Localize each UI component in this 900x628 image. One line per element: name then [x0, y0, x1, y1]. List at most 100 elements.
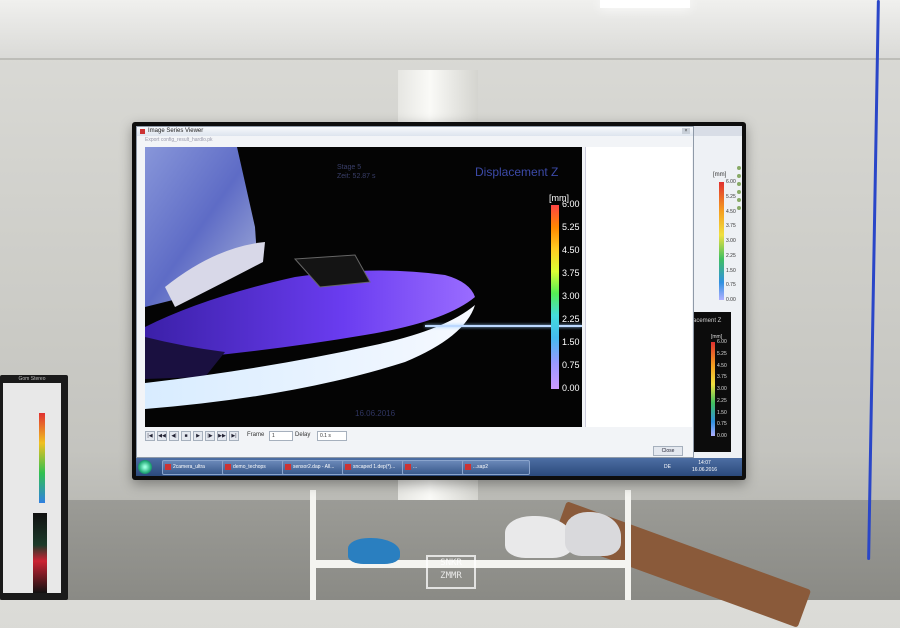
- start-button[interactable]: [138, 460, 152, 474]
- second-window: [mm] 6.00 5.25 4.50 3.75 3.00 2.25 1.50 0.75 0.0…: [692, 136, 742, 458]
- left-dark-scale: [33, 513, 47, 593]
- app-icon: [465, 464, 471, 470]
- scale-tick: 4.50: [562, 245, 580, 255]
- clock-time: 14:07: [698, 460, 711, 466]
- playback-toolbar: |◀ ◀◀ ◀| ■ ▶ |▶ ▶▶ ▶| Frame 1 Delay 0.1 …: [145, 431, 685, 443]
- second-unit-label: [mm]: [713, 172, 727, 178]
- taskbar-item[interactable]: demo_techops: [222, 460, 290, 475]
- taskbar: 2camera_ultra demo_techops sensor2.dap - A…: [136, 458, 742, 476]
- screen: [mm] 6.00 5.25 4.50 3.75 3.00 2.25 1.50 0.75 0.0…: [136, 126, 742, 476]
- left-monitor-screen: [3, 383, 61, 593]
- taskbar-item-label: 2camera_ultra: [173, 464, 205, 470]
- scale-tick: 2.25: [562, 314, 580, 324]
- rewind-icon[interactable]: ◀◀: [157, 431, 167, 441]
- second-viewer-tick: 2.25: [717, 397, 727, 404]
- second-scale-tick: 0.00: [726, 297, 736, 303]
- left-monitor-title: Gom Stereo: [18, 376, 46, 382]
- stage-label: Stage 5: [337, 164, 362, 171]
- frame-label: Frame: [247, 432, 265, 438]
- blue-cable: [867, 0, 880, 560]
- step-back-icon[interactable]: ◀|: [169, 431, 179, 441]
- second-viewer-tick: 0.00: [717, 433, 727, 439]
- time-label: Zeit: 52.87 s: [337, 173, 376, 180]
- second-scale-tick: 3.75: [726, 223, 736, 230]
- second-scale-tick: 6.00: [726, 179, 736, 185]
- scale-tick: 3.75: [562, 268, 580, 278]
- close-icon[interactable]: ×: [682, 128, 690, 134]
- frame-input[interactable]: 1: [269, 431, 293, 441]
- second-viewer-tick: 1.50: [717, 409, 727, 416]
- app-icon: [140, 129, 145, 134]
- blue-shoe: [348, 538, 400, 564]
- scale-tick: 0.75: [562, 360, 580, 370]
- side-panel: [585, 147, 692, 427]
- taskbar-item[interactable]: ...: [402, 460, 470, 475]
- taskbar-item[interactable]: sensor2.dap - All...: [282, 460, 350, 475]
- second-viewer-tick: 5.25: [717, 350, 727, 357]
- tv-monitor: [mm] 6.00 5.25 4.50 3.75 3.00 2.25 1.50 0.75 0.0…: [132, 122, 746, 480]
- taskbar-item-label: ...sap2: [473, 464, 489, 470]
- taskbar-item[interactable]: 2camera_ultra: [162, 460, 230, 475]
- tool-icon[interactable]: [737, 174, 741, 178]
- scale-tick: 1.50: [562, 337, 580, 347]
- second-scale-tick: 5.25: [726, 193, 736, 200]
- step-forward-icon[interactable]: |▶: [205, 431, 215, 441]
- second-scale-tick: 3.00: [726, 238, 736, 244]
- color-scale-bar: [551, 205, 559, 389]
- stop-icon[interactable]: ■: [181, 431, 191, 441]
- scale-tick: 3.00: [562, 291, 580, 301]
- second-scale-tick: 1.50: [726, 267, 736, 274]
- clock[interactable]: 14:07 16.06.2016: [692, 460, 717, 474]
- second-window-toolbar[interactable]: [737, 166, 741, 306]
- scale-tick: 6.00: [562, 199, 580, 209]
- second-viewer-tick: 0.75: [717, 421, 727, 428]
- title-bar[interactable]: Image Series Viewer ×: [137, 127, 693, 136]
- second-viewer-tick: 6.00: [717, 339, 727, 345]
- last-frame-icon[interactable]: ▶|: [229, 431, 239, 441]
- shoe-render: [145, 147, 475, 409]
- displacement-title: Displacement Z: [475, 165, 559, 179]
- taskbar-item-label: ...: [413, 464, 418, 470]
- second-viewer-title: acement Z: [693, 318, 722, 324]
- play-icon[interactable]: ▶: [193, 431, 203, 441]
- delay-label: Delay: [295, 432, 311, 438]
- capture-date: 16.06.2016: [355, 409, 396, 418]
- stage-info: Stage 5 Zeit: 52.87 s: [337, 163, 376, 181]
- taskbar-item[interactable]: sncaped 1.dep(*)...: [342, 460, 410, 475]
- second-viewer-tick: 3.75: [717, 374, 727, 381]
- language-indicator[interactable]: DE: [664, 464, 671, 470]
- app-icon: [165, 464, 171, 470]
- second-scale-tick: 0.75: [726, 282, 736, 289]
- second-color-scale: [719, 182, 724, 300]
- system-tray: DE 14:07 16.06.2016: [664, 460, 742, 474]
- displacement-viewer[interactable]: Stage 5 Zeit: 52.87 s Displacement Z [mm…: [145, 147, 582, 427]
- second-viewer-tick: 4.50: [717, 362, 727, 369]
- clock-date: 16.06.2016: [692, 467, 718, 473]
- first-frame-icon[interactable]: |◀: [145, 431, 155, 441]
- tool-icon[interactable]: [737, 166, 741, 170]
- second-viewer-scale: [711, 342, 715, 436]
- tool-icon[interactable]: [737, 190, 741, 194]
- delay-select[interactable]: 0.1 s: [317, 431, 347, 441]
- tool-icon[interactable]: [737, 206, 741, 210]
- tool-icon[interactable]: [737, 182, 741, 186]
- second-viewer-tick: 3.00: [717, 386, 727, 392]
- app-icon: [345, 464, 351, 470]
- taskbar-item-label: demo_techops: [233, 464, 266, 470]
- close-button[interactable]: Close: [653, 446, 683, 456]
- app-icon: [285, 464, 291, 470]
- left-color-scale: [39, 413, 45, 503]
- white-shoe-right: [565, 512, 621, 556]
- scale-tick: 5.25: [562, 222, 580, 232]
- second-viewer: acement Z [mm] 6.00 5.25 4.50 3.75 3.00 2.25 1…: [693, 312, 731, 452]
- ceiling-light: [600, 0, 690, 8]
- watermark-logo: SNKR ZMMR: [426, 555, 476, 589]
- taskbar-item[interactable]: ...sap2: [462, 460, 530, 475]
- image-series-viewer-window: Image Series Viewer × Export config_resu…: [136, 126, 694, 458]
- wall-seam: [0, 58, 900, 60]
- second-scale-tick: 4.50: [726, 208, 736, 215]
- taskbar-item-label: sncaped 1.dep(*)...: [353, 464, 396, 470]
- fast-forward-icon[interactable]: ▶▶: [217, 431, 227, 441]
- scale-tick: 0.00: [562, 383, 580, 393]
- tool-icon[interactable]: [737, 198, 741, 202]
